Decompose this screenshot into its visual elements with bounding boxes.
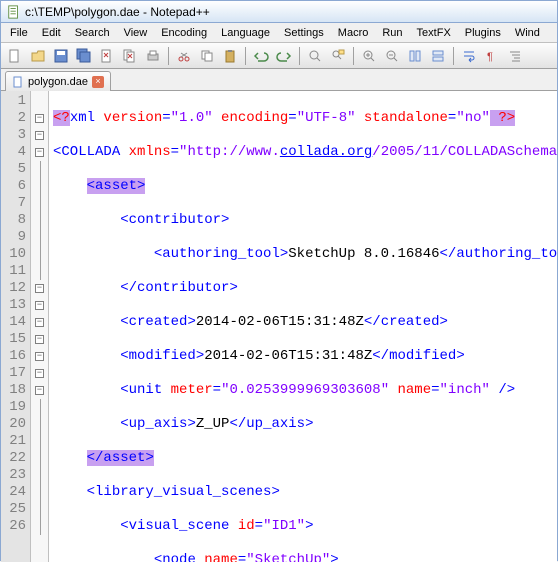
menu-language[interactable]: Language bbox=[214, 25, 277, 41]
menu-search[interactable]: Search bbox=[68, 25, 117, 41]
sync-h-icon[interactable] bbox=[428, 46, 448, 66]
code-area[interactable]: <?xml version="1.0" encoding="UTF-8" sta… bbox=[49, 91, 557, 562]
app-icon bbox=[7, 5, 21, 19]
menu-file[interactable]: File bbox=[3, 25, 35, 41]
fold-toggle-icon[interactable]: − bbox=[35, 352, 44, 361]
open-file-icon[interactable] bbox=[28, 46, 48, 66]
fold-toggle-icon[interactable]: − bbox=[35, 284, 44, 293]
menu-settings[interactable]: Settings bbox=[277, 25, 331, 41]
indent-guide-icon[interactable] bbox=[505, 46, 525, 66]
fold-toggle-icon[interactable]: − bbox=[35, 114, 44, 123]
toolbar-separator bbox=[353, 47, 354, 65]
sync-v-icon[interactable] bbox=[405, 46, 425, 66]
fold-toggle-icon[interactable]: − bbox=[35, 386, 44, 395]
cut-icon[interactable] bbox=[174, 46, 194, 66]
toolbar-separator bbox=[168, 47, 169, 65]
fold-toggle-icon[interactable]: − bbox=[35, 131, 44, 140]
window-title: c:\TEMP\polygon.dae - Notepad++ bbox=[25, 5, 210, 19]
close-all-icon[interactable] bbox=[120, 46, 140, 66]
svg-text:¶: ¶ bbox=[487, 51, 493, 63]
new-file-icon[interactable] bbox=[5, 46, 25, 66]
tab-close-icon[interactable]: × bbox=[92, 76, 104, 88]
menu-plugins[interactable]: Plugins bbox=[458, 25, 508, 41]
find-icon[interactable] bbox=[305, 46, 325, 66]
print-icon[interactable] bbox=[143, 46, 163, 66]
tab-polygon-dae[interactable]: polygon.dae × bbox=[5, 71, 111, 91]
menu-macro[interactable]: Macro bbox=[331, 25, 376, 41]
fold-toggle-icon[interactable]: − bbox=[35, 318, 44, 327]
toolbar-separator bbox=[453, 47, 454, 65]
show-all-chars-icon[interactable]: ¶ bbox=[482, 46, 502, 66]
toolbar: ¶ bbox=[1, 43, 557, 69]
copy-icon[interactable] bbox=[197, 46, 217, 66]
wordwrap-icon[interactable] bbox=[459, 46, 479, 66]
zoom-out-icon[interactable] bbox=[382, 46, 402, 66]
line-number-gutter: 1234567891011121314151617181920212223242… bbox=[1, 91, 31, 562]
menu-bar: File Edit Search View Encoding Language … bbox=[1, 23, 557, 43]
save-icon[interactable] bbox=[51, 46, 71, 66]
undo-icon[interactable] bbox=[251, 46, 271, 66]
fold-toggle-icon[interactable]: − bbox=[35, 301, 44, 310]
menu-run[interactable]: Run bbox=[375, 25, 409, 41]
toolbar-separator bbox=[245, 47, 246, 65]
tab-label: polygon.dae bbox=[28, 76, 88, 88]
paste-icon[interactable] bbox=[220, 46, 240, 66]
fold-toggle-icon[interactable]: − bbox=[35, 148, 44, 157]
title-bar: c:\TEMP\polygon.dae - Notepad++ bbox=[1, 1, 557, 23]
menu-encoding[interactable]: Encoding bbox=[154, 25, 214, 41]
menu-window[interactable]: Wind bbox=[508, 25, 547, 41]
close-icon[interactable] bbox=[97, 46, 117, 66]
editor[interactable]: 1234567891011121314151617181920212223242… bbox=[1, 91, 557, 562]
tab-bar: polygon.dae × bbox=[1, 69, 557, 91]
save-all-icon[interactable] bbox=[74, 46, 94, 66]
file-icon bbox=[12, 76, 24, 88]
menu-view[interactable]: View bbox=[117, 25, 155, 41]
redo-icon[interactable] bbox=[274, 46, 294, 66]
zoom-in-icon[interactable] bbox=[359, 46, 379, 66]
replace-icon[interactable] bbox=[328, 46, 348, 66]
fold-gutter: − − − − − − − − − − bbox=[31, 91, 49, 562]
menu-edit[interactable]: Edit bbox=[35, 25, 68, 41]
fold-toggle-icon[interactable]: − bbox=[35, 369, 44, 378]
menu-textfx[interactable]: TextFX bbox=[410, 25, 458, 41]
toolbar-separator bbox=[299, 47, 300, 65]
fold-toggle-icon[interactable]: − bbox=[35, 335, 44, 344]
